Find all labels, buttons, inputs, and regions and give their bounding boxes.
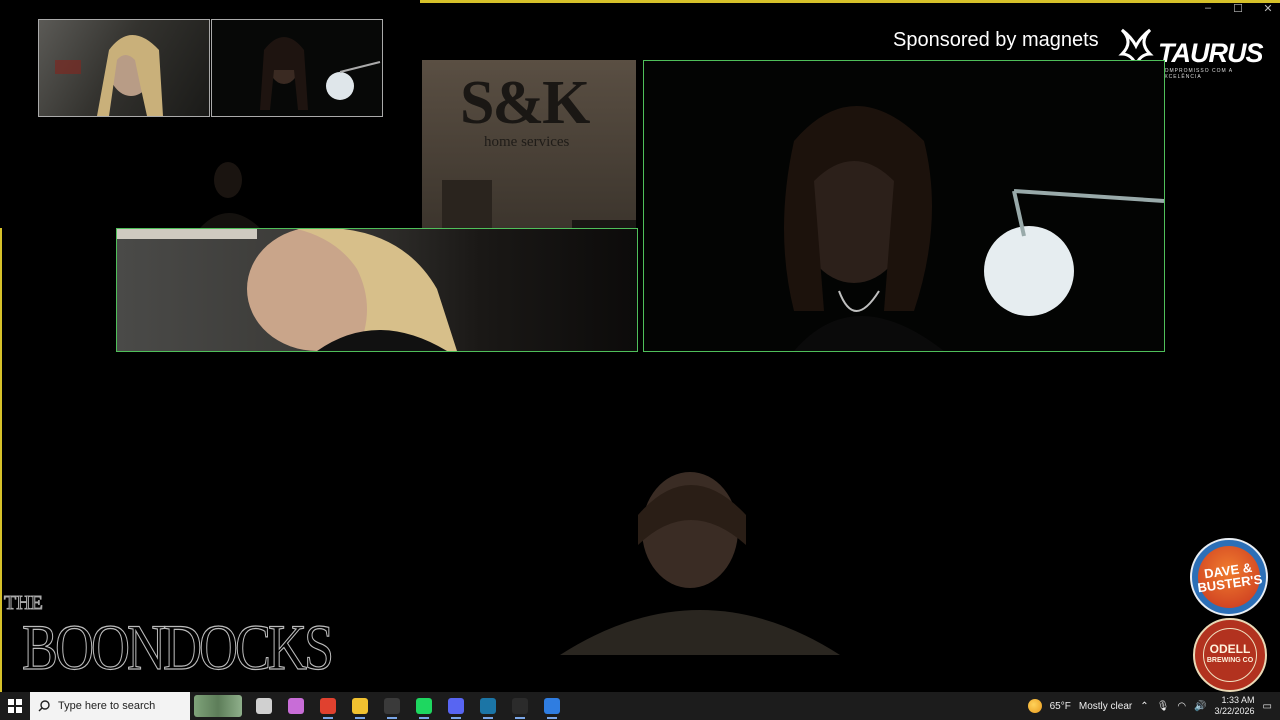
system-tray: 65°F Mostly clear ⌃ 🎙 ◠ 🔊 1:33 AM 3/22/2… — [1027, 692, 1280, 720]
search-icon — [38, 700, 50, 712]
dave-busters-text: DAVE & BUSTER'S — [1193, 541, 1265, 613]
notification-icon[interactable]: ▭ — [1263, 701, 1272, 712]
start-button[interactable] — [0, 692, 30, 720]
taskbar: Type here to search 65°F Mostly clear ⌃ … — [0, 692, 1280, 720]
participant-bottom-center[interactable] — [560, 455, 840, 655]
spotify-icon-glyph — [416, 698, 432, 714]
clock[interactable]: 1:33 AM 3/22/2026 — [1215, 695, 1255, 717]
odell-bottom-text: BREWING CO — [1206, 657, 1254, 664]
chrome-icon-glyph — [320, 698, 336, 714]
calculator-icon-glyph — [384, 698, 400, 714]
gamebar-icon[interactable] — [536, 692, 568, 720]
sponsor-text: Sponsored by magnets — [893, 29, 1099, 51]
taurus-tagline: COMPROMISSO COM A EXCELÊNCIA — [1160, 68, 1233, 80]
task-view-icon[interactable] — [248, 692, 280, 720]
clock-time: 1:33 AM — [1221, 695, 1255, 705]
participant-video-icon — [117, 229, 457, 351]
microphone-icon[interactable]: 🎙 — [1157, 701, 1170, 712]
person-with-mic-icon — [260, 37, 381, 110]
background-person-icon — [200, 162, 260, 228]
gamebar-icon-glyph — [544, 698, 560, 714]
search-highlight-icon[interactable] — [194, 695, 242, 717]
stream-frame-top — [420, 0, 1280, 3]
odell-brewing-logo: ODELL BREWING CO — [1193, 618, 1267, 692]
calculator-icon[interactable] — [376, 692, 408, 720]
boondocks-logo: THE BOONDOCKS — [2, 592, 335, 684]
pip-thumb-right[interactable] — [211, 19, 383, 117]
steam-icon[interactable] — [472, 692, 504, 720]
weather-desc[interactable]: Mostly clear — [1079, 701, 1132, 712]
window-controls: – ☐ ✕ — [1202, 2, 1274, 15]
steam-icon-glyph — [480, 698, 496, 714]
obs-icon[interactable] — [504, 692, 536, 720]
weather-temp[interactable]: 65°F — [1050, 701, 1071, 712]
wifi-icon[interactable]: ◠ — [1177, 701, 1186, 712]
copilot-icon-glyph — [288, 698, 304, 714]
copilot-icon[interactable] — [280, 692, 312, 720]
person-silhouette-icon — [55, 35, 163, 116]
volume-icon[interactable]: 🔊 — [1194, 701, 1206, 712]
dave-busters-logo: DAVE & BUSTER'S — [1190, 538, 1268, 616]
clock-date: 3/22/2026 — [1214, 706, 1255, 716]
discord-icon-glyph — [448, 698, 464, 714]
minimize-button[interactable]: – — [1202, 2, 1214, 15]
spotify-icon[interactable] — [408, 692, 440, 720]
pip-overlay — [0, 0, 420, 228]
windows-icon — [8, 699, 22, 713]
boondocks-name: BOONDOCKS — [21, 611, 334, 684]
taskbar-apps — [248, 692, 568, 720]
odell-top-text: ODELL — [1209, 642, 1251, 656]
sk-subtitle: home services — [484, 134, 570, 150]
file-explorer-icon[interactable] — [344, 692, 376, 720]
search-placeholder: Type here to search — [58, 700, 156, 712]
maximize-button[interactable]: ☐ — [1232, 2, 1244, 15]
participant-tile-right[interactable] — [643, 60, 1165, 352]
sk-logo: S&K — [460, 69, 590, 137]
taurus-wordmark: TAURUS — [1158, 38, 1263, 68]
chrome-icon[interactable] — [312, 692, 344, 720]
task-view-icon-glyph — [256, 698, 272, 714]
chevron-up-icon[interactable]: ⌃ — [1140, 701, 1148, 712]
file-explorer-icon-glyph — [352, 698, 368, 714]
odell-badge: ODELL BREWING CO — [1203, 628, 1257, 682]
participant-tile-left[interactable] — [116, 228, 638, 352]
pip-thumb-left[interactable] — [38, 19, 210, 117]
obs-icon-glyph — [512, 698, 528, 714]
close-button[interactable]: ✕ — [1262, 2, 1274, 15]
taskbar-search[interactable]: Type here to search — [30, 692, 190, 720]
participant-video-icon — [784, 106, 1164, 351]
weather-icon[interactable] — [1027, 699, 1042, 713]
discord-icon[interactable] — [440, 692, 472, 720]
